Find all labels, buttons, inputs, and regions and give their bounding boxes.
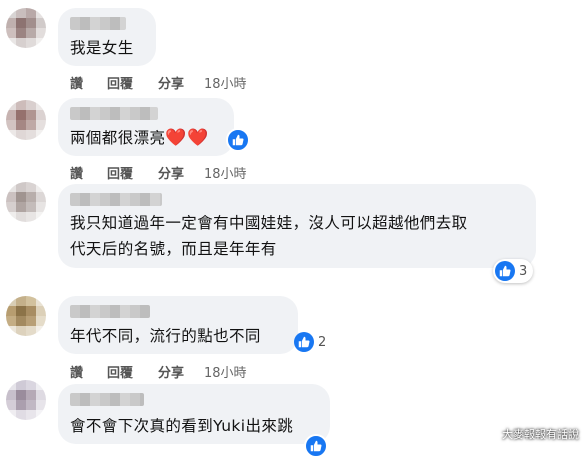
thumbs-up-icon[interactable] bbox=[304, 434, 328, 458]
comment-text: 兩個都很漂亮❤️❤️ bbox=[70, 126, 209, 150]
share-link[interactable]: 分享 bbox=[158, 362, 184, 381]
comment-text: 我是女生 bbox=[70, 39, 134, 57]
commenter-name-blurred[interactable] bbox=[70, 17, 126, 30]
reply-link[interactable]: 回覆 bbox=[107, 73, 133, 92]
reaction-count[interactable]: 3 bbox=[493, 259, 534, 283]
comment-bubble: 我是女生 bbox=[58, 8, 156, 66]
comment-text-content: 兩個都很漂亮 bbox=[70, 129, 166, 147]
like-link[interactable]: 讚 bbox=[70, 73, 83, 92]
comment-bubble: 會不會下次真的看到Yuki出來跳 bbox=[58, 384, 330, 444]
avatar[interactable] bbox=[6, 182, 46, 222]
share-link[interactable]: 分享 bbox=[158, 163, 184, 182]
reply-link[interactable]: 回覆 bbox=[107, 163, 133, 182]
timestamp[interactable]: 18小時 bbox=[204, 362, 247, 381]
share-link[interactable]: 分享 bbox=[158, 73, 184, 92]
comment-text: 年代不同，流行的點也不同 bbox=[70, 327, 261, 345]
avatar[interactable] bbox=[6, 380, 46, 420]
reply-link[interactable]: 回覆 bbox=[107, 362, 133, 381]
comment-text-line-1: 我只知道過年一定會有中國娃娃，沒人可以超越他們去取 bbox=[70, 214, 468, 232]
timestamp[interactable]: 18小時 bbox=[204, 73, 247, 92]
reaction-count[interactable]: 2 bbox=[292, 330, 332, 354]
watermark: 大麥報報有話說 bbox=[502, 428, 579, 441]
thumbs-up-icon bbox=[294, 332, 314, 352]
reaction-count-value: 3 bbox=[519, 263, 528, 279]
comment-bubble: 兩個都很漂亮❤️❤️ bbox=[58, 98, 234, 156]
timestamp[interactable]: 18小時 bbox=[204, 163, 247, 182]
avatar[interactable] bbox=[6, 8, 46, 48]
like-link[interactable]: 讚 bbox=[70, 163, 83, 182]
comment-text-line-2: 代天后的名號，而且是年年有 bbox=[70, 240, 277, 258]
comment-text: 會不會下次真的看到Yuki出來跳 bbox=[70, 417, 294, 435]
comment-bubble: 年代不同，流行的點也不同 bbox=[58, 296, 298, 354]
commenter-name-blurred[interactable] bbox=[70, 305, 150, 318]
comment-bubble: 我只知道過年一定會有中國娃娃，沒人可以超越他們去取 代天后的名號，而且是年年有 bbox=[58, 184, 536, 268]
thumbs-up-icon bbox=[495, 261, 515, 281]
avatar[interactable] bbox=[6, 296, 46, 336]
commenter-name-blurred[interactable] bbox=[70, 193, 162, 206]
commenter-name-blurred[interactable] bbox=[70, 393, 144, 406]
commenter-name-blurred[interactable] bbox=[70, 107, 158, 120]
like-link[interactable]: 讚 bbox=[70, 362, 83, 381]
thumbs-up-icon[interactable] bbox=[226, 128, 250, 152]
avatar[interactable] bbox=[6, 100, 46, 140]
reaction-count-value: 2 bbox=[318, 334, 327, 350]
heart-icon: ❤️❤️ bbox=[165, 128, 209, 148]
